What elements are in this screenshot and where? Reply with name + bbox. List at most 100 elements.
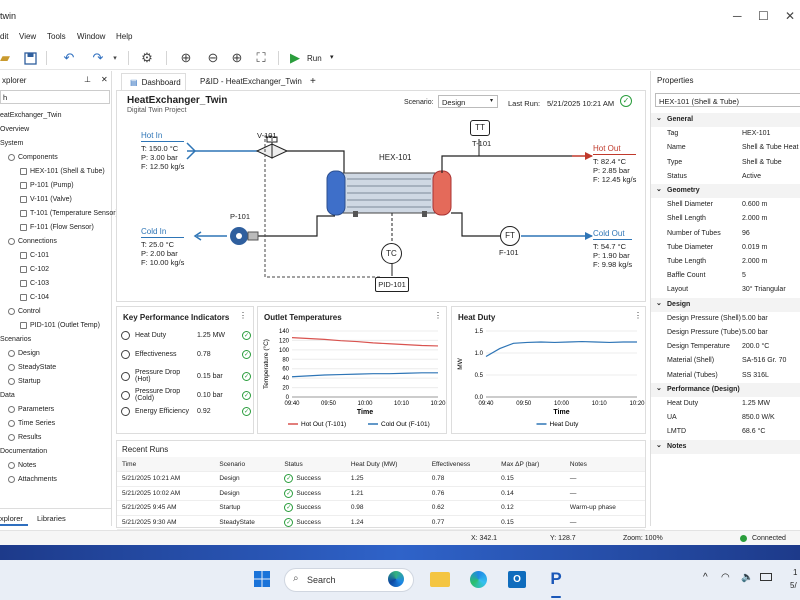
explorer-tree-item[interactable]: C-104 xyxy=(20,294,49,301)
explorer-tree-item[interactable]: PID-101 (Outlet Temp) xyxy=(20,322,100,329)
explorer-tree-item[interactable]: F-101 (Flow Sensor) xyxy=(20,224,94,231)
property-section[interactable]: ⌄ Geometry xyxy=(651,184,800,198)
column-header[interactable]: Time xyxy=(117,457,215,472)
property-row[interactable]: Design Temperature 200.0 °C xyxy=(651,340,800,354)
tab-pid[interactable]: P&ID - HeatExchanger_Twin xyxy=(192,73,310,90)
property-section[interactable]: ⌄ Design xyxy=(651,297,800,312)
explorer-tree-item[interactable]: C-101 xyxy=(20,252,49,259)
table-row[interactable]: 5/21/2025 10:02 AM Design ✓ Success 1.21 0.76… xyxy=(117,486,645,501)
explorer-tree-item[interactable]: eatExchanger_Twin xyxy=(0,112,61,119)
property-row[interactable]: Tag HEX-101 xyxy=(651,127,800,141)
explorer-tree-item[interactable]: System xyxy=(0,140,23,147)
pin-icon[interactable]: ⊥ xyxy=(84,75,91,84)
run-button[interactable]: Run xyxy=(307,54,322,63)
zoom-out-icon[interactable]: ⊖ xyxy=(204,49,222,67)
explorer-tree-item[interactable]: Data xyxy=(0,392,15,399)
explorer-tree-item[interactable]: SteadyState xyxy=(8,364,56,371)
settings-gear-icon[interactable]: ⚙ xyxy=(138,49,156,67)
open-folder-icon[interactable]: ▰ xyxy=(0,49,14,67)
explorer-tree-item[interactable]: Results xyxy=(8,434,41,441)
property-section[interactable]: ⌄ Performance (Design) xyxy=(651,382,800,397)
explorer-tree-item[interactable]: Time Series xyxy=(8,420,55,427)
explorer-tree-item[interactable]: T-101 (Temperature Sensor) xyxy=(20,210,118,217)
column-header[interactable]: Notes xyxy=(564,457,645,472)
chevron-up-icon[interactable]: ^ xyxy=(703,572,708,583)
property-row[interactable]: Design Pressure (Tube) 5.00 bar xyxy=(651,326,800,340)
explorer-tree-item[interactable]: Attachments xyxy=(8,476,57,483)
property-row[interactable]: LMTD 68.6 °C xyxy=(651,425,800,439)
explorer-tree-item[interactable]: C-103 xyxy=(20,280,49,287)
explorer-tree-item[interactable]: Connections xyxy=(8,238,57,245)
zoom-in-icon[interactable]: ⊕ xyxy=(177,49,195,67)
explorer-tree-item[interactable]: P-101 (Pump) xyxy=(20,182,74,189)
digital-twin-app-icon[interactable]: P xyxy=(546,569,566,589)
table-row[interactable]: 5/21/2025 9:45 AM Startup ✓ Success 0.98 0.62… xyxy=(117,500,645,516)
property-row[interactable]: Heat Duty 1.25 MW xyxy=(651,397,800,411)
outlook-icon[interactable]: O xyxy=(508,571,526,588)
property-row[interactable]: Number of Tubes 96 xyxy=(651,227,800,241)
property-row[interactable]: NameShell & Tube Heat Ex xyxy=(651,141,800,155)
explorer-tree-item[interactable]: V-101 (Valve) xyxy=(20,196,72,203)
column-header[interactable]: Scenario xyxy=(214,457,280,472)
minimize-icon[interactable]: ─ xyxy=(733,9,742,23)
property-row[interactable]: Design Pressure (Shell) 5.00 bar xyxy=(651,312,800,326)
battery-icon[interactable] xyxy=(760,573,772,581)
explorer-tree-item[interactable]: HEX-101 (Shell & Tube) xyxy=(20,168,105,175)
menu-view[interactable]: View xyxy=(19,32,36,41)
taskbar-date[interactable]: 5/ xyxy=(790,581,797,590)
property-row[interactable]: Layout 30° Triangular xyxy=(651,283,800,297)
property-row[interactable]: Shell Length 2.000 m xyxy=(651,212,800,226)
table-row[interactable]: 5/21/2025 10:21 AM Design ✓ Success 1.25 0.78… xyxy=(117,471,645,487)
property-row[interactable]: Baffle Count 5 xyxy=(651,269,800,283)
explorer-tree-item[interactable]: Startup xyxy=(8,378,41,385)
edge-browser-icon[interactable] xyxy=(470,571,487,588)
property-row[interactable]: Status Active xyxy=(651,170,800,184)
zoom-fit-icon[interactable]: ⊕ xyxy=(228,49,246,67)
explorer-search-input[interactable]: h xyxy=(0,90,110,104)
properties-object-select[interactable]: HEX-101 (Shell & Tube) xyxy=(655,93,800,107)
menu-help[interactable]: Help xyxy=(116,32,132,41)
wifi-icon[interactable]: ◠ xyxy=(721,572,730,583)
copilot-icon[interactable] xyxy=(388,571,404,587)
explorer-tree-item[interactable]: Documentation xyxy=(0,448,47,455)
redo-dropdown-icon[interactable]: ▾ xyxy=(106,49,124,67)
tab-explorer[interactable]: xplorer xyxy=(0,509,28,526)
explorer-tree-item[interactable]: Control xyxy=(8,308,41,315)
kpi-menu-icon[interactable]: ⋮ xyxy=(239,311,247,320)
menu-window[interactable]: Window xyxy=(77,32,105,41)
save-icon[interactable] xyxy=(21,49,39,67)
property-row[interactable]: Material (Tubes) SS 316L xyxy=(651,369,800,383)
tab-dashboard[interactable]: ▤ Dashboard xyxy=(121,73,186,90)
explorer-tree-item[interactable]: Parameters xyxy=(8,406,54,413)
explorer-tree-item[interactable]: Scenarios xyxy=(0,336,31,343)
property-section[interactable]: ⌄ Notes xyxy=(651,439,800,454)
property-row[interactable]: Tube Length 2.000 m xyxy=(651,255,800,269)
explorer-tree-item[interactable]: Overview xyxy=(0,126,29,133)
menu-edit[interactable]: dit xyxy=(0,32,8,41)
run-play-icon[interactable]: ▶ xyxy=(286,49,304,67)
file-explorer-icon[interactable] xyxy=(430,572,450,587)
explorer-tree-item[interactable]: Notes xyxy=(8,462,36,469)
maximize-icon[interactable]: ☐ xyxy=(758,9,769,23)
explorer-tree-item[interactable]: C-102 xyxy=(20,266,49,273)
menu-tools[interactable]: Tools xyxy=(47,32,66,41)
property-row[interactable]: Tube Diameter 0.019 m xyxy=(651,241,800,255)
redo-icon[interactable]: ↷ xyxy=(89,49,107,67)
property-row[interactable]: UA 850.0 W/K xyxy=(651,411,800,425)
explorer-tree-item[interactable]: Design xyxy=(8,350,40,357)
column-header[interactable]: Status xyxy=(279,457,346,472)
volume-icon[interactable]: 🔈 xyxy=(741,572,753,583)
column-header[interactable]: Max ΔP (bar) xyxy=(496,457,565,472)
table-row[interactable]: 5/21/2025 9:30 AM SteadyState ✓ Success 1.24… xyxy=(117,515,645,530)
close-icon[interactable]: ✕ xyxy=(785,9,795,23)
temperature-transmitter-icon[interactable]: TT xyxy=(470,120,490,136)
column-header[interactable]: Effectiveness xyxy=(426,457,497,472)
property-row[interactable]: Material (Shell) SA-516 Gr. 70 xyxy=(651,354,800,368)
tab-add-button[interactable]: + xyxy=(302,73,324,90)
property-section[interactable]: ⌄ General xyxy=(651,113,800,127)
run-dropdown-icon[interactable]: ▾ xyxy=(330,53,334,61)
chart-menu-icon[interactable]: ⋮ xyxy=(634,311,642,320)
property-row[interactable]: Shell Diameter 0.600 m xyxy=(651,198,800,212)
chart-menu-icon[interactable]: ⋮ xyxy=(434,311,442,320)
close-panel-icon[interactable]: ✕ xyxy=(101,75,108,84)
